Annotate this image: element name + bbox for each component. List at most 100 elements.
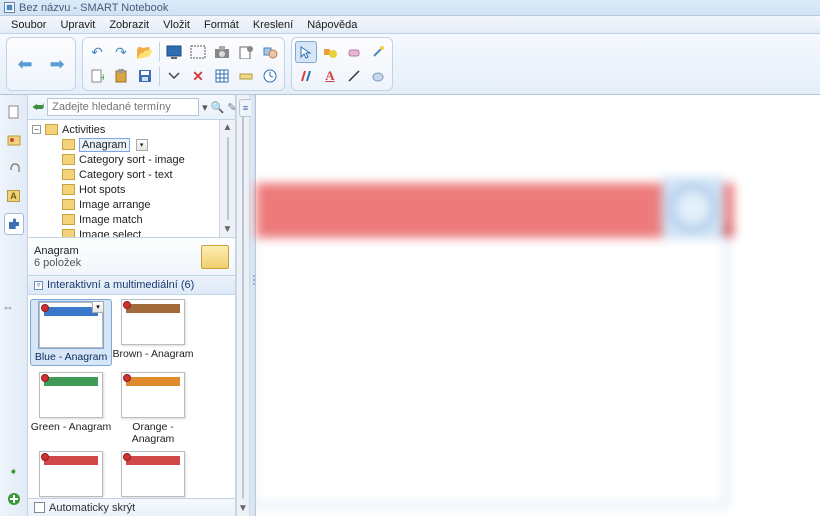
fill-button[interactable] bbox=[367, 65, 389, 87]
open-button[interactable]: 📂 bbox=[134, 41, 156, 63]
screen-button[interactable] bbox=[163, 41, 185, 63]
resize-handle-icon[interactable]: ⇔ bbox=[2, 300, 14, 314]
paste-button[interactable] bbox=[110, 65, 132, 87]
search-go-button[interactable]: 🔍 bbox=[211, 101, 225, 114]
menu-edit[interactable]: Upravit bbox=[53, 19, 102, 31]
undo-icon: ↶ bbox=[91, 44, 103, 61]
ruler-icon bbox=[239, 69, 253, 83]
save-icon bbox=[138, 69, 152, 83]
menu-help[interactable]: Nápověda bbox=[300, 19, 364, 31]
gallery-thumb[interactable]: ▾Blue - Anagram bbox=[30, 299, 112, 366]
text-a-icon: A bbox=[325, 68, 334, 84]
nav-forward-button[interactable]: ➡ bbox=[42, 49, 72, 79]
delete-button[interactable]: ✕ bbox=[187, 65, 209, 87]
tree-root[interactable]: − Activities bbox=[32, 122, 235, 137]
gallery-thumb[interactable]: Green - Anagram bbox=[30, 372, 112, 445]
thumb-label: Green - Anagram bbox=[31, 421, 112, 433]
redo-button[interactable]: ↷ bbox=[110, 41, 132, 63]
tab-properties[interactable]: A bbox=[4, 185, 24, 207]
properties-icon: A bbox=[7, 190, 20, 202]
gallery-back-button[interactable]: ⮨ bbox=[32, 99, 44, 115]
tree-item[interactable]: Image match bbox=[32, 212, 235, 227]
scroll-thumb[interactable] bbox=[227, 137, 229, 220]
tree-item[interactable]: Category sort - text bbox=[32, 167, 235, 182]
tab-attachments[interactable] bbox=[4, 157, 24, 179]
autohide-checkbox[interactable] bbox=[34, 502, 45, 513]
thumb-preview bbox=[121, 299, 185, 345]
clock-button[interactable] bbox=[259, 65, 281, 87]
tab-page-sorter[interactable] bbox=[4, 101, 24, 123]
magic-pen-button[interactable] bbox=[367, 41, 389, 63]
gallery-thumb[interactable]: Brown - Anagram bbox=[112, 299, 194, 366]
thumb-preview bbox=[39, 451, 103, 497]
gallery-section-header[interactable]: ▿ Interaktivní a multimediální (6) bbox=[28, 276, 235, 295]
section-collapse-icon[interactable]: ▿ bbox=[34, 281, 43, 290]
pens-button[interactable] bbox=[295, 65, 317, 87]
gallery-search-input[interactable] bbox=[47, 98, 199, 116]
search-dropdown-icon[interactable]: ▾ bbox=[202, 101, 208, 114]
save-button[interactable] bbox=[134, 65, 156, 87]
tab-addons[interactable] bbox=[4, 213, 24, 235]
cursor-select-button[interactable] bbox=[295, 41, 317, 63]
table-button[interactable] bbox=[211, 65, 233, 87]
gallery-folder-title: Anagram bbox=[34, 245, 195, 257]
new-page-icon: + bbox=[90, 69, 104, 83]
tree-scrollbar[interactable]: ▲ ▼ bbox=[219, 120, 235, 237]
folder-icon bbox=[62, 169, 75, 180]
scroll-down-icon[interactable]: ▼ bbox=[223, 224, 233, 235]
nav-back-button[interactable]: ⬅ bbox=[10, 49, 40, 79]
capture-button[interactable] bbox=[187, 41, 209, 63]
shapes-icon bbox=[323, 45, 337, 59]
tab-gallery[interactable] bbox=[4, 129, 24, 151]
tree-toggle-icon[interactable]: − bbox=[32, 125, 41, 134]
dropdown-button[interactable] bbox=[163, 65, 185, 87]
menu-format[interactable]: Formát bbox=[197, 19, 246, 31]
back-arrow-icon: ⬅ bbox=[17, 54, 32, 75]
ruler-button[interactable] bbox=[235, 65, 257, 87]
tab-add[interactable] bbox=[4, 488, 24, 510]
new-page-button[interactable]: + bbox=[86, 65, 108, 87]
line-icon bbox=[347, 69, 361, 83]
gallery-thumb[interactable] bbox=[30, 451, 112, 498]
scroll-thumb[interactable] bbox=[242, 112, 244, 499]
tree-item[interactable]: Image select bbox=[32, 227, 235, 238]
tree-item-anagram[interactable]: Anagram ▾ bbox=[32, 137, 235, 152]
tree-item-label: Category sort - text bbox=[79, 169, 173, 181]
menu-file[interactable]: Soubor bbox=[4, 19, 53, 31]
eraser-button[interactable] bbox=[343, 41, 365, 63]
camera-icon bbox=[214, 45, 230, 59]
svg-text:+: + bbox=[100, 72, 104, 83]
canvas-area[interactable] bbox=[256, 95, 820, 516]
menu-draw[interactable]: Kreslení bbox=[246, 19, 300, 31]
tree-item[interactable]: Image arrange bbox=[32, 197, 235, 212]
gallery-thumb[interactable] bbox=[112, 451, 194, 498]
eraser-icon bbox=[347, 45, 361, 59]
tree-item[interactable]: Category sort - image bbox=[32, 152, 235, 167]
undo-button[interactable]: ↶ bbox=[86, 41, 108, 63]
menu-bar: Soubor Upravit Zobrazit Vložit Formát Kr… bbox=[0, 16, 820, 34]
shape-insert-button[interactable] bbox=[259, 41, 281, 63]
tree-item[interactable]: Hot spots bbox=[32, 182, 235, 197]
autohide-row: Automaticky skrýt bbox=[28, 498, 235, 516]
camera-button[interactable] bbox=[211, 41, 233, 63]
scroll-up-icon[interactable]: ▲ bbox=[223, 122, 233, 133]
gallery-thumb[interactable]: Orange - Anagram bbox=[112, 372, 194, 445]
panel-scrollbar[interactable]: ▲ ▼ bbox=[236, 95, 250, 516]
forward-arrow-icon: ➡ bbox=[49, 54, 64, 75]
menu-view[interactable]: Zobrazit bbox=[102, 19, 156, 31]
tab-move-right[interactable]: ➧ bbox=[4, 460, 24, 482]
tree-item-label: Category sort - image bbox=[79, 154, 185, 166]
shapes-button[interactable] bbox=[319, 41, 341, 63]
app-icon bbox=[4, 2, 15, 13]
line-button[interactable] bbox=[343, 65, 365, 87]
gallery-icon bbox=[7, 133, 21, 147]
doc-camera-button[interactable] bbox=[235, 41, 257, 63]
folder-icon bbox=[62, 154, 75, 165]
menu-insert[interactable]: Vložit bbox=[156, 19, 197, 31]
text-button[interactable]: A bbox=[319, 65, 341, 87]
tree-item-dropdown[interactable]: ▾ bbox=[136, 139, 148, 151]
thumb-dropdown[interactable]: ▾ bbox=[92, 301, 104, 313]
slide-rotate-handle[interactable] bbox=[670, 185, 716, 231]
collapse-panel-button[interactable]: ≡ bbox=[239, 99, 251, 117]
gallery-section-title: Interaktivní a multimediální (6) bbox=[47, 279, 194, 291]
